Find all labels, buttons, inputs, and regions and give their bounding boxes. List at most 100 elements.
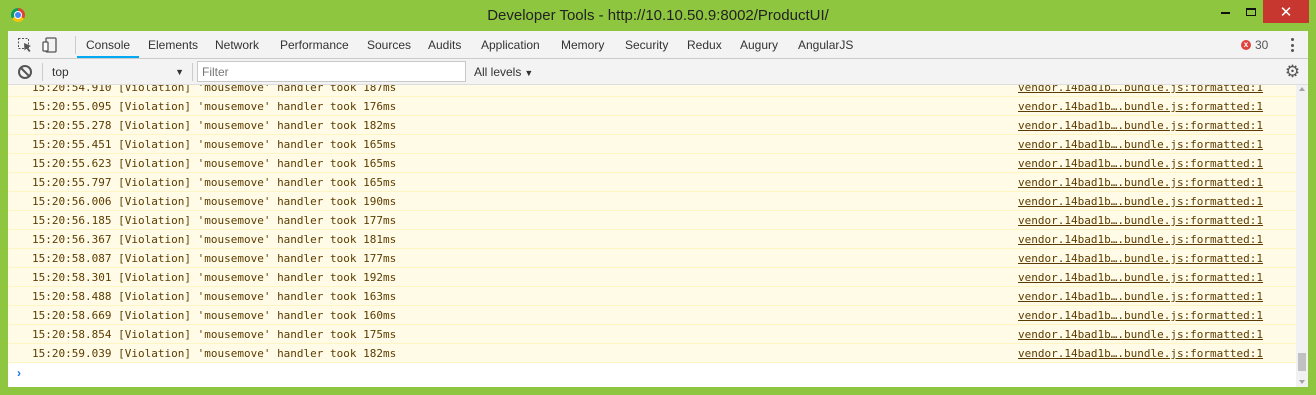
tab-sources[interactable]: Sources [367, 31, 411, 59]
console-message-row[interactable]: 15:20:54.910 [Violation] 'mousemove' han… [8, 85, 1296, 97]
source-link[interactable]: vendor.14bad1b….bundle.js:formatted:1 [1018, 233, 1263, 246]
scrollbar[interactable] [1296, 85, 1308, 387]
message-duration: 175ms [363, 328, 397, 341]
tab-audits[interactable]: Audits [428, 31, 461, 59]
message-body: 'mousemove' handler took [197, 328, 357, 341]
message-body: 'mousemove' handler took [197, 100, 357, 113]
close-button[interactable]: ✕ [1263, 0, 1309, 23]
source-link[interactable]: vendor.14bad1b….bundle.js:formatted:1 [1018, 100, 1263, 113]
gear-icon[interactable]: ⚙ [1284, 63, 1301, 80]
console-message-row[interactable]: 15:20:58.854 [Violation] 'mousemove' han… [8, 325, 1296, 344]
console-message-row[interactable]: 15:20:56.367 [Violation] 'mousemove' han… [8, 230, 1296, 249]
error-icon: x [1241, 40, 1251, 50]
source-link[interactable]: vendor.14bad1b….bundle.js:formatted:1 [1018, 290, 1263, 303]
message-level: [Violation] [118, 100, 191, 113]
message-level: [Violation] [118, 233, 191, 246]
console-message-row[interactable]: 15:20:58.669 [Violation] 'mousemove' han… [8, 306, 1296, 325]
message-body: 'mousemove' handler took [197, 195, 357, 208]
message-body: 'mousemove' handler took [197, 309, 357, 322]
console-message-row[interactable]: 15:20:55.095 [Violation] 'mousemove' han… [8, 97, 1296, 116]
console-filter-bar: top ▼ All levels▼ ⚙ [8, 59, 1308, 85]
message-level: [Violation] [118, 347, 191, 360]
title-bar[interactable]: Developer Tools - http://10.10.50.9:8002… [0, 0, 1316, 31]
message-body: 'mousemove' handler took [197, 85, 357, 94]
message-body: 'mousemove' handler took [197, 138, 357, 151]
console-message-row[interactable]: 15:20:56.006 [Violation] 'mousemove' han… [8, 192, 1296, 211]
source-link[interactable]: vendor.14bad1b….bundle.js:formatted:1 [1018, 252, 1263, 265]
source-link[interactable]: vendor.14bad1b….bundle.js:formatted:1 [1018, 138, 1263, 151]
tab-angularjs[interactable]: AngularJS [798, 31, 853, 59]
message-level: [Violation] [118, 119, 191, 132]
console-message-row[interactable]: 15:20:55.797 [Violation] 'mousemove' han… [8, 173, 1296, 192]
error-counter[interactable]: x 30 [1241, 38, 1268, 52]
tab-memory[interactable]: Memory [561, 31, 604, 59]
inspect-element-icon[interactable] [17, 37, 33, 53]
console-message-row[interactable]: 15:20:58.301 [Violation] 'mousemove' han… [8, 268, 1296, 287]
console-message-row[interactable]: 15:20:58.488 [Violation] 'mousemove' han… [8, 287, 1296, 306]
source-link[interactable]: vendor.14bad1b….bundle.js:formatted:1 [1018, 347, 1263, 360]
message-body: 'mousemove' handler took [197, 119, 357, 132]
tab-console[interactable]: Console [86, 31, 130, 59]
console-output[interactable]: 15:20:54.910 [Violation] 'mousemove' han… [8, 85, 1296, 387]
message-duration: 192ms [363, 271, 397, 284]
minimize-button[interactable] [1213, 0, 1238, 23]
scroll-down-icon[interactable] [1299, 380, 1305, 384]
message-level: [Violation] [118, 157, 191, 170]
tab-augury[interactable]: Augury [740, 31, 778, 59]
console-message-text: 15:20:55.095 [Violation] 'mousemove' han… [32, 100, 396, 113]
source-link[interactable]: vendor.14bad1b….bundle.js:formatted:1 [1018, 271, 1263, 284]
tab-application[interactable]: Application [481, 31, 540, 59]
console-message-row[interactable]: 15:20:55.278 [Violation] 'mousemove' han… [8, 116, 1296, 135]
panel-tab-bar: Console Elements Network Performance Sou… [8, 31, 1308, 59]
message-level: [Violation] [118, 85, 191, 94]
message-body: 'mousemove' handler took [197, 214, 357, 227]
more-options-icon[interactable] [1286, 37, 1298, 53]
console-message-text: 15:20:59.039 [Violation] 'mousemove' han… [32, 347, 396, 360]
source-link[interactable]: vendor.14bad1b….bundle.js:formatted:1 [1018, 176, 1263, 189]
message-body: 'mousemove' handler took [197, 233, 357, 246]
tab-network[interactable]: Network [215, 31, 259, 59]
filter-input[interactable] [197, 61, 466, 82]
tab-redux[interactable]: Redux [687, 31, 722, 59]
maximize-button[interactable] [1238, 0, 1263, 23]
source-link[interactable]: vendor.14bad1b….bundle.js:formatted:1 [1018, 328, 1263, 341]
console-message-text: 15:20:54.910 [Violation] 'mousemove' han… [32, 85, 396, 94]
message-timestamp: 15:20:56.367 [32, 233, 112, 246]
clear-console-icon[interactable] [18, 65, 32, 79]
log-levels-dropdown[interactable]: All levels ▼ [474, 62, 533, 82]
message-timestamp: 15:20:59.039 [32, 347, 112, 360]
chevron-down-icon: ▼ [175, 67, 184, 77]
console-message-row[interactable]: 15:20:55.623 [Violation] 'mousemove' han… [8, 154, 1296, 173]
toolbar-divider [75, 36, 76, 54]
message-body: 'mousemove' handler took [197, 290, 357, 303]
source-link[interactable]: vendor.14bad1b….bundle.js:formatted:1 [1018, 119, 1263, 132]
tab-elements[interactable]: Elements [148, 31, 198, 59]
message-duration: 182ms [363, 119, 397, 132]
message-timestamp: 15:20:55.451 [32, 138, 112, 151]
console-message-row[interactable]: 15:20:58.087 [Violation] 'mousemove' han… [8, 249, 1296, 268]
console-prompt[interactable]: › [17, 366, 21, 380]
tab-performance[interactable]: Performance [280, 31, 349, 59]
console-message-text: 15:20:55.451 [Violation] 'mousemove' han… [32, 138, 396, 151]
console-message-row[interactable]: 15:20:56.185 [Violation] 'mousemove' han… [8, 211, 1296, 230]
context-selector[interactable]: top ▼ [48, 62, 188, 82]
window-title: Developer Tools - http://10.10.50.9:8002… [487, 7, 829, 24]
console-message-row[interactable]: 15:20:55.451 [Violation] 'mousemove' han… [8, 135, 1296, 154]
source-link[interactable]: vendor.14bad1b….bundle.js:formatted:1 [1018, 157, 1263, 170]
console-message-row[interactable]: 15:20:59.039 [Violation] 'mousemove' han… [8, 344, 1296, 363]
scroll-up-icon[interactable] [1299, 87, 1305, 91]
minimize-icon [1221, 11, 1230, 14]
device-toolbar-icon[interactable] [42, 37, 58, 53]
source-link[interactable]: vendor.14bad1b….bundle.js:formatted:1 [1018, 195, 1263, 208]
message-timestamp: 15:20:58.488 [32, 290, 112, 303]
message-body: 'mousemove' handler took [197, 271, 357, 284]
scrollbar-thumb[interactable] [1298, 353, 1306, 371]
message-timestamp: 15:20:55.797 [32, 176, 112, 189]
message-level: [Violation] [118, 252, 191, 265]
source-link[interactable]: vendor.14bad1b….bundle.js:formatted:1 [1018, 214, 1263, 227]
source-link[interactable]: vendor.14bad1b….bundle.js:formatted:1 [1018, 309, 1263, 322]
message-duration: 163ms [363, 290, 397, 303]
tab-security[interactable]: Security [625, 31, 668, 59]
source-link[interactable]: vendor.14bad1b….bundle.js:formatted:1 [1018, 85, 1263, 94]
message-duration: 190ms [363, 195, 397, 208]
